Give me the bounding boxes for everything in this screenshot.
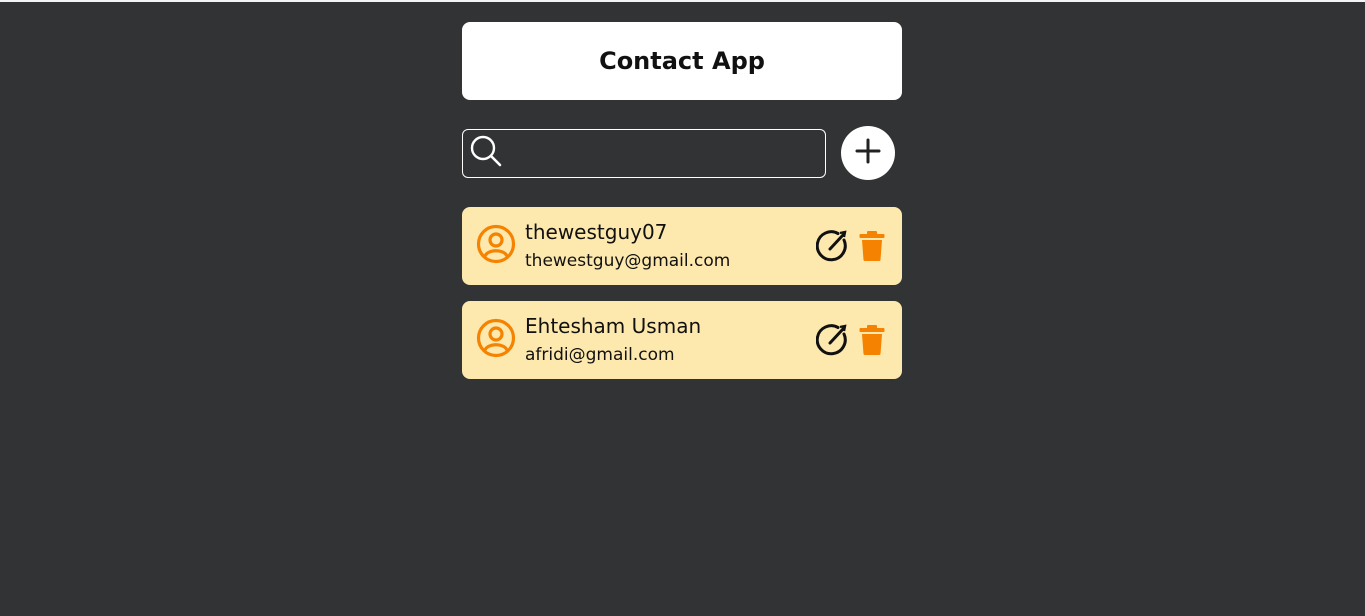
search-icon: [469, 134, 503, 172]
plus-icon: [854, 137, 882, 169]
contact-actions: [816, 229, 886, 263]
contact-email: afridi@gmail.com: [525, 345, 675, 365]
contact-card: Ehtesham Usman afridi@gmail.com: [462, 301, 902, 379]
contact-info: thewestguy07 thewestguy@gmail.com: [525, 220, 816, 272]
edit-icon[interactable]: [816, 229, 850, 263]
search-box[interactable]: [462, 128, 826, 178]
contact-card: thewestguy07 thewestguy@gmail.com: [462, 207, 902, 285]
contact-actions: [816, 323, 886, 357]
contact-email: thewestguy@gmail.com: [525, 251, 731, 271]
user-circle-icon: [476, 318, 516, 362]
search-input[interactable]: [509, 132, 825, 174]
contact-app: Contact App thewestguy07 thewestguy@gmai…: [462, 22, 902, 379]
search-row: [462, 126, 902, 180]
trash-icon[interactable]: [858, 230, 886, 262]
contact-name: thewestguy07: [525, 220, 668, 244]
app-header: Contact App: [462, 22, 902, 100]
page-title: Contact App: [599, 47, 765, 75]
add-contact-button[interactable]: [841, 126, 895, 180]
trash-icon[interactable]: [858, 324, 886, 356]
user-circle-icon: [476, 224, 516, 268]
top-border: [0, 0, 1365, 2]
contact-info: Ehtesham Usman afridi@gmail.com: [525, 314, 816, 366]
edit-icon[interactable]: [816, 323, 850, 357]
contact-name: Ehtesham Usman: [525, 314, 702, 338]
